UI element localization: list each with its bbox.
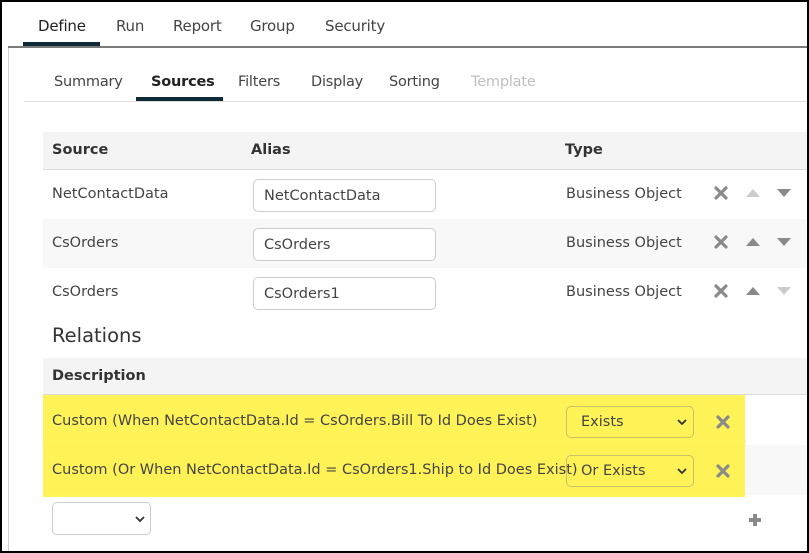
source-name: CsOrders xyxy=(52,235,119,251)
column-header-alias: Alias xyxy=(251,142,291,158)
chevron-down-icon xyxy=(135,516,145,523)
subtab-divider xyxy=(24,101,809,102)
subtab-sources[interactable]: Sources xyxy=(151,74,215,90)
subtab-filters[interactable]: Filters xyxy=(238,74,280,90)
panel-border xyxy=(8,48,9,551)
sources-table-header: Source Alias Type xyxy=(43,132,809,170)
relation-description: Custom (Or When NetContactData.Id = CsOr… xyxy=(52,462,578,478)
tab-define[interactable]: Define xyxy=(38,17,86,35)
subtab-display[interactable]: Display xyxy=(311,74,363,90)
triangle-down-icon xyxy=(777,287,791,295)
tab-group[interactable]: Group xyxy=(250,17,295,35)
relation-type-select[interactable]: Or Exists xyxy=(566,455,694,487)
source-name: NetContactData xyxy=(52,186,169,202)
column-header-source: Source xyxy=(52,142,109,158)
column-header-description: Description xyxy=(52,368,146,384)
relation-row: Custom (When NetContactData.Id = CsOrder… xyxy=(43,396,809,446)
source-row: CsOrders Business Object xyxy=(43,219,809,268)
tab-divider xyxy=(8,46,809,48)
relations-heading: Relations xyxy=(52,324,142,347)
triangle-up-icon[interactable] xyxy=(745,286,761,296)
chevron-down-icon xyxy=(677,468,687,475)
triangle-down-icon[interactable] xyxy=(776,237,792,247)
alias-input[interactable] xyxy=(253,179,436,212)
subtab-summary[interactable]: Summary xyxy=(54,74,123,90)
source-row: CsOrders Business Object xyxy=(43,268,809,317)
subtab-sorting[interactable]: Sorting xyxy=(389,74,440,90)
relations-table-header: Description xyxy=(43,358,809,395)
subtab-template: Template xyxy=(471,74,536,90)
source-type: Business Object xyxy=(566,235,682,251)
column-header-type: Type xyxy=(565,142,603,158)
close-x-icon[interactable] xyxy=(714,235,728,249)
alias-input[interactable] xyxy=(253,228,436,261)
close-x-icon[interactable] xyxy=(714,284,728,298)
triangle-up-icon xyxy=(746,189,760,197)
source-name: CsOrders xyxy=(52,284,119,300)
chevron-down-icon xyxy=(677,419,687,426)
relation-type-select[interactable]: Exists xyxy=(566,406,694,438)
source-type: Business Object xyxy=(566,186,682,202)
relation-row: Custom (Or When NetContactData.Id = CsOr… xyxy=(43,445,809,495)
close-x-icon[interactable] xyxy=(714,186,728,200)
close-x-icon[interactable] xyxy=(716,415,730,429)
tab-run[interactable]: Run xyxy=(116,17,144,35)
relation-type-value: Or Exists xyxy=(581,463,646,479)
relation-type-value: Exists xyxy=(581,414,624,430)
tab-report[interactable]: Report xyxy=(173,17,222,35)
plus-icon[interactable] xyxy=(748,513,762,527)
alias-input[interactable] xyxy=(253,277,436,310)
new-relation-select[interactable] xyxy=(52,502,151,535)
source-row: NetContactData Business Object xyxy=(43,170,809,219)
triangle-down-icon[interactable] xyxy=(776,188,792,198)
relation-description: Custom (When NetContactData.Id = CsOrder… xyxy=(52,413,538,429)
tab-security[interactable]: Security xyxy=(325,17,385,35)
close-x-icon[interactable] xyxy=(716,464,730,478)
source-type: Business Object xyxy=(566,284,682,300)
triangle-up-icon[interactable] xyxy=(745,237,761,247)
